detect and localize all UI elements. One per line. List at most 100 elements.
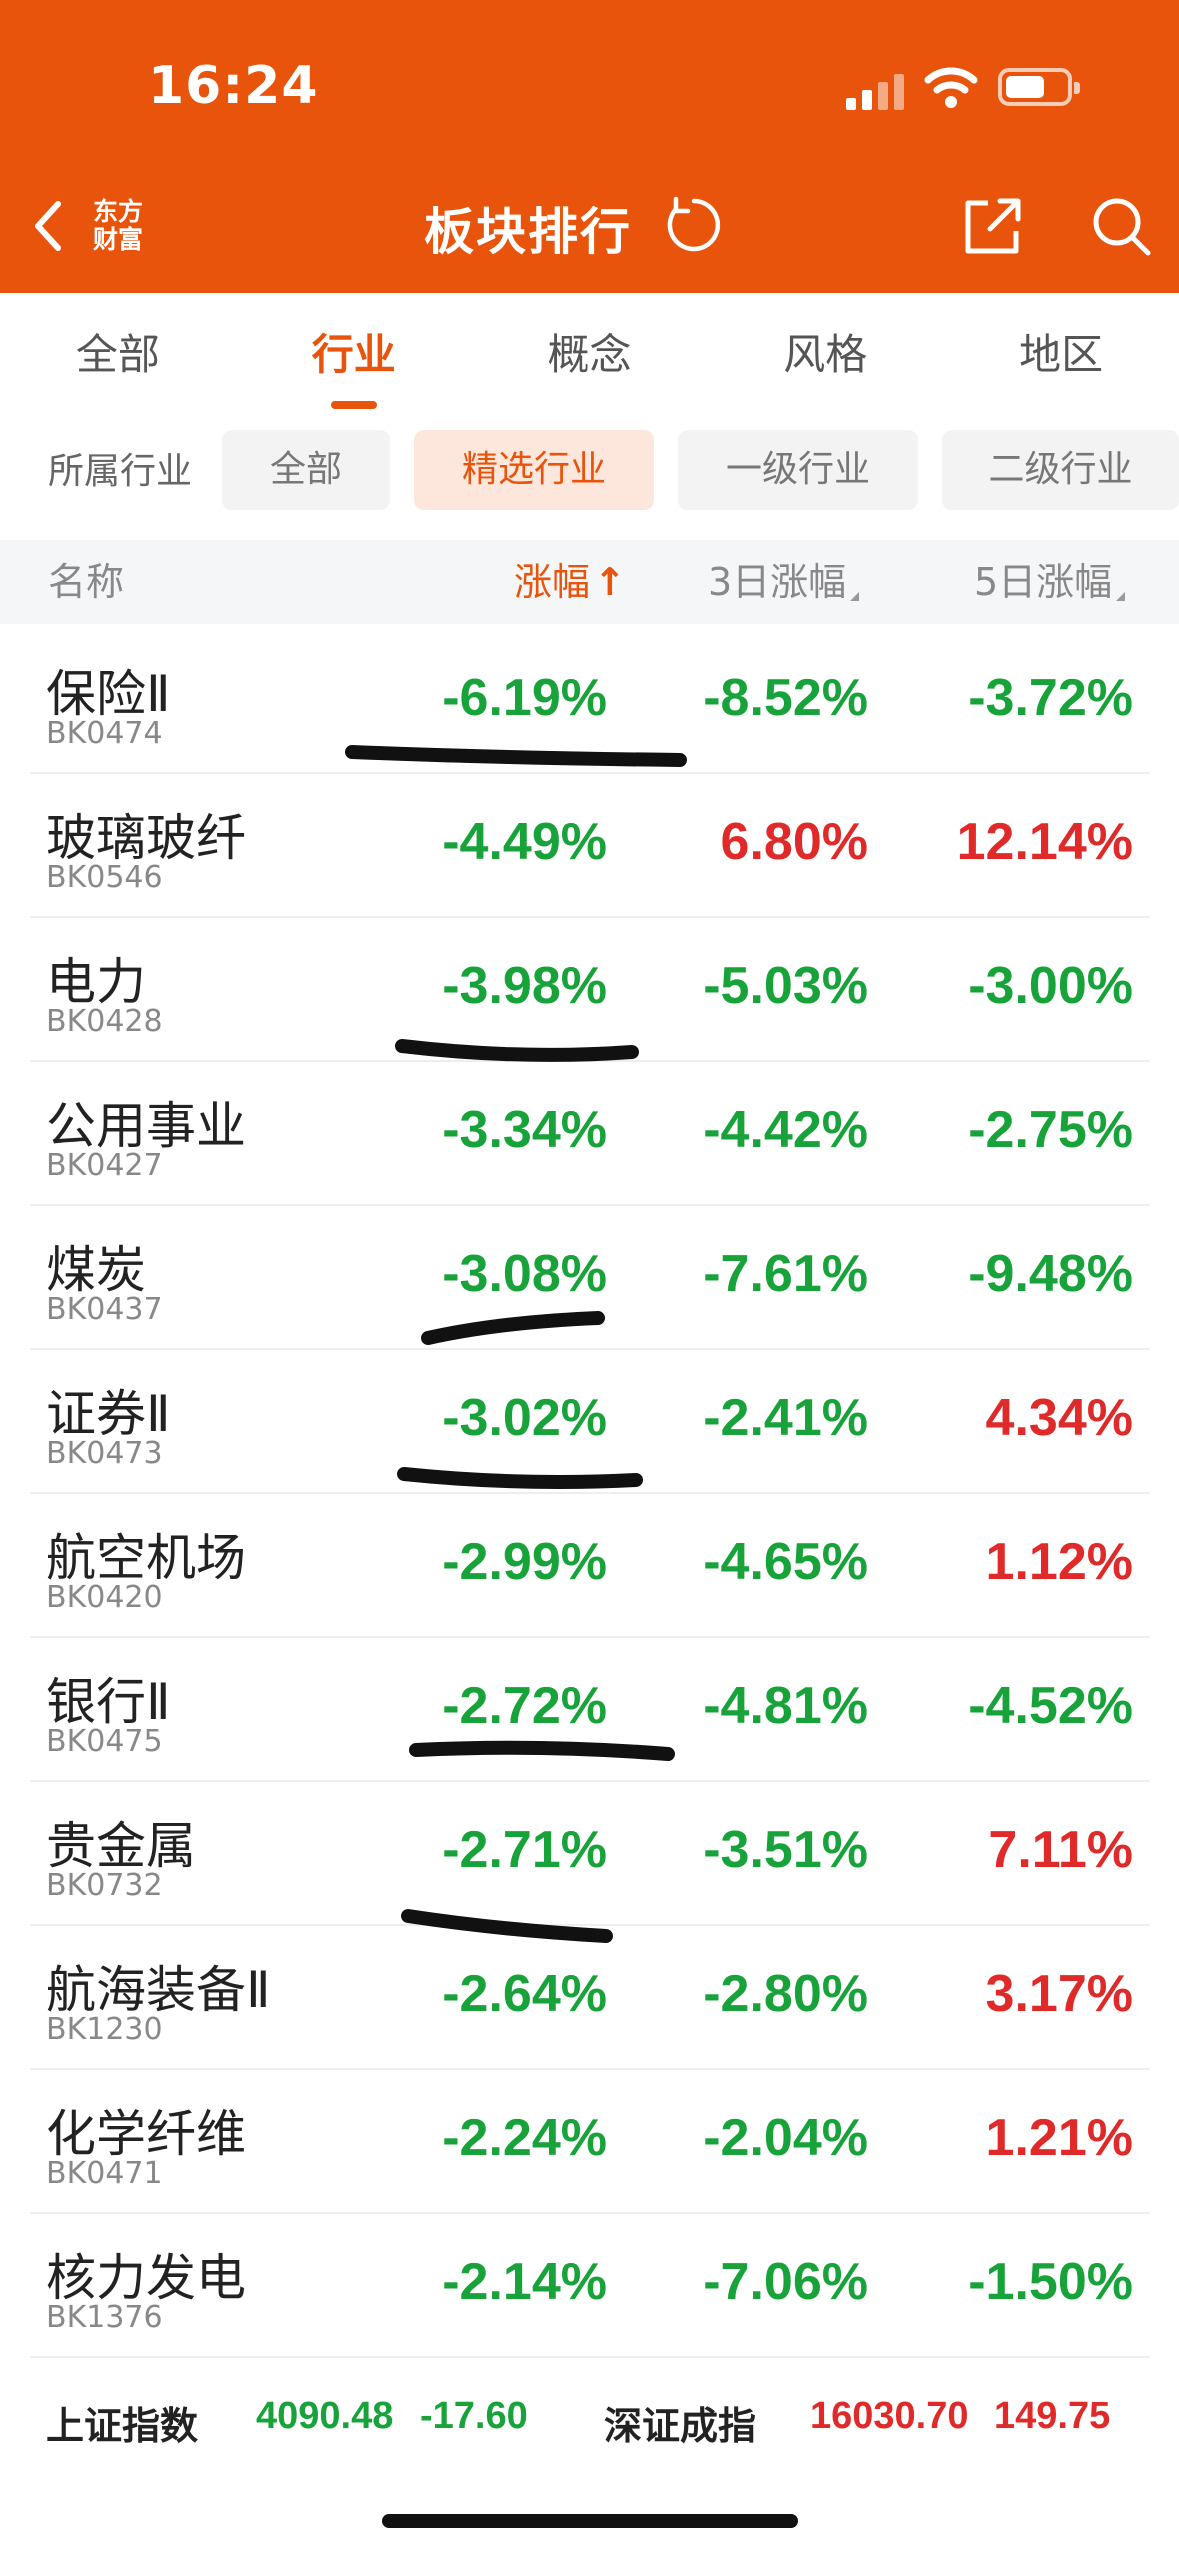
change-value: -2.24% <box>442 2109 607 2167</box>
change-value: -2.71% <box>442 1821 607 1879</box>
sector-code: BK0474 <box>46 716 163 751</box>
status-time: 16:24 <box>148 56 319 116</box>
col-change-5d-label: 5日涨幅 <box>974 560 1113 604</box>
tab-all[interactable]: 全部 <box>0 293 236 417</box>
industry-filters: 所属行业 全部 精选行业 一级行业 二级行业 <box>0 430 1179 514</box>
table-row[interactable]: 贵金属 BK0732 -2.71% -3.51% 7.11% <box>30 1782 1149 1926</box>
change-3d-value: -8.52% <box>703 669 868 727</box>
app-header: 16:24 东方财富 板块排行 <box>0 0 1179 293</box>
category-tabs: 全部 行业 概念 风格 地区 <box>0 293 1179 417</box>
col-change-3d-label: 3日涨幅 <box>708 560 847 604</box>
tab-industry[interactable]: 行业 <box>236 293 472 417</box>
cellular-signal-icon <box>846 70 906 110</box>
logo-text: 东方财富 <box>92 197 143 254</box>
sector-code: BK0475 <box>46 1724 163 1759</box>
sz-index-name: 深证成指 <box>604 2406 757 2448</box>
chip-level2-industry[interactable]: 二级行业 <box>942 430 1179 510</box>
table-row[interactable]: 核力发电 BK1376 -2.14% -7.06% -1.50% <box>30 2214 1149 2358</box>
change-5d-value: 7.11% <box>988 1821 1133 1879</box>
change-5d-value: 3.17% <box>985 1965 1133 2023</box>
change-3d-value: -5.03% <box>703 957 868 1015</box>
sector-list: 保险Ⅱ BK0474 -6.19% -8.52% -3.72% 玻璃玻纤 BK0546 -4.… <box>0 630 1179 2358</box>
sector-code: BK0420 <box>46 1580 163 1615</box>
sector-code: BK0437 <box>46 1292 163 1327</box>
page-title: 板块排行 <box>424 203 632 261</box>
table-row[interactable]: 电力 BK0428 -3.98% -5.03% -3.00% <box>30 918 1149 1062</box>
col-change-5d[interactable]: 5日涨幅 <box>974 540 1126 624</box>
back-arrow-icon[interactable] <box>28 196 68 256</box>
change-3d-value: -2.80% <box>703 1965 868 2023</box>
home-indicator <box>382 2514 798 2528</box>
search-icon[interactable] <box>1090 195 1152 257</box>
change-value: -2.99% <box>442 1533 607 1591</box>
chip-all[interactable]: 全部 <box>222 430 390 510</box>
change-5d-value: -3.00% <box>968 957 1133 1015</box>
table-row[interactable]: 公用事业 BK0427 -3.34% -4.42% -2.75% <box>30 1062 1149 1206</box>
table-header: 名称 涨幅 ↑ 3日涨幅 5日涨幅 <box>0 540 1179 624</box>
change-value: -3.34% <box>442 1101 607 1159</box>
sector-code: BK0473 <box>46 1436 163 1471</box>
chip-selected-industry[interactable]: 精选行业 <box>414 430 654 510</box>
sector-code: BK0428 <box>46 1004 163 1039</box>
change-value: -2.72% <box>442 1677 607 1735</box>
sz-index-value: 16030.70 <box>810 2395 969 2437</box>
tab-region[interactable]: 地区 <box>943 293 1179 417</box>
change-5d-value: -1.50% <box>968 2253 1133 2311</box>
filter-label: 所属行业 <box>48 451 193 492</box>
battery-icon <box>998 68 1080 106</box>
col-change-label: 涨幅 <box>514 560 591 604</box>
sort-indicator-icon <box>1116 592 1126 601</box>
change-value: -3.98% <box>442 957 607 1015</box>
table-row[interactable]: 证券Ⅱ BK0473 -3.02% -2.41% 4.34% <box>30 1350 1149 1494</box>
refresh-icon[interactable] <box>664 195 724 255</box>
sh-index-value: 4090.48 <box>256 2395 394 2437</box>
sector-code: BK0427 <box>46 1148 163 1183</box>
sector-code: BK1376 <box>46 2300 163 2335</box>
tab-style[interactable]: 风格 <box>707 293 943 417</box>
table-row[interactable]: 化学纤维 BK0471 -2.24% -2.04% 1.21% <box>30 2070 1149 2214</box>
table-row[interactable]: 玻璃玻纤 BK0546 -4.49% 6.80% 12.14% <box>30 774 1149 918</box>
change-3d-value: -4.42% <box>703 1101 868 1159</box>
change-5d-value: -3.72% <box>968 669 1133 727</box>
change-value: -3.08% <box>442 1245 607 1303</box>
sz-index-change: 149.75 <box>994 2395 1111 2437</box>
change-3d-value: -7.06% <box>703 2253 868 2311</box>
col-change-sort[interactable]: 涨幅 ↑ <box>514 540 626 624</box>
change-5d-value: 1.21% <box>985 2109 1133 2167</box>
col-name: 名称 <box>48 560 125 604</box>
change-5d-value: -4.52% <box>968 1677 1133 1735</box>
change-5d-value: -9.48% <box>968 1245 1133 1303</box>
sh-index-change: -17.60 <box>420 2395 528 2437</box>
app-logo: 东方财富 <box>84 196 150 256</box>
table-row[interactable]: 保险Ⅱ BK0474 -6.19% -8.52% -3.72% <box>30 630 1149 774</box>
sort-indicator-icon <box>850 592 860 601</box>
table-row[interactable]: 航空机场 BK0420 -2.99% -4.65% 1.12% <box>30 1494 1149 1638</box>
table-row[interactable]: 航海装备Ⅱ BK1230 -2.64% -2.80% 3.17% <box>30 1926 1149 2070</box>
chip-level1-industry[interactable]: 一级行业 <box>678 430 918 510</box>
share-icon[interactable] <box>962 195 1024 257</box>
col-change-3d[interactable]: 3日涨幅 <box>708 540 860 624</box>
change-value: -2.14% <box>442 2253 607 2311</box>
change-5d-value: -2.75% <box>968 1101 1133 1159</box>
change-3d-value: -3.51% <box>703 1821 868 1879</box>
sort-arrow-icon: ↑ <box>594 560 626 604</box>
table-row[interactable]: 银行Ⅱ BK0475 -2.72% -4.81% -4.52% <box>30 1638 1149 1782</box>
change-3d-value: -7.61% <box>703 1245 868 1303</box>
wifi-icon <box>924 67 978 108</box>
change-3d-value: -2.04% <box>703 2109 868 2167</box>
sector-code: BK0546 <box>46 860 163 895</box>
change-3d-value: -4.81% <box>703 1677 868 1735</box>
change-5d-value: 1.12% <box>985 1533 1133 1591</box>
change-3d-value: -2.41% <box>703 1389 868 1447</box>
change-value: -2.64% <box>442 1965 607 2023</box>
change-value: -4.49% <box>442 813 607 871</box>
change-value: -3.02% <box>442 1389 607 1447</box>
tab-concept[interactable]: 概念 <box>472 293 708 417</box>
sector-code: BK0732 <box>46 1868 163 1903</box>
change-3d-value: -4.65% <box>703 1533 868 1591</box>
table-row[interactable]: 煤炭 BK0437 -3.08% -7.61% -9.48% <box>30 1206 1149 1350</box>
sh-index-name: 上证指数 <box>46 2406 199 2448</box>
sector-code: BK0471 <box>46 2156 163 2191</box>
change-5d-value: 12.14% <box>956 813 1133 871</box>
index-ticker-bar[interactable]: 上证指数 4090.48 -17.60 深证成指 16030.70 149.75 <box>0 2365 1179 2475</box>
